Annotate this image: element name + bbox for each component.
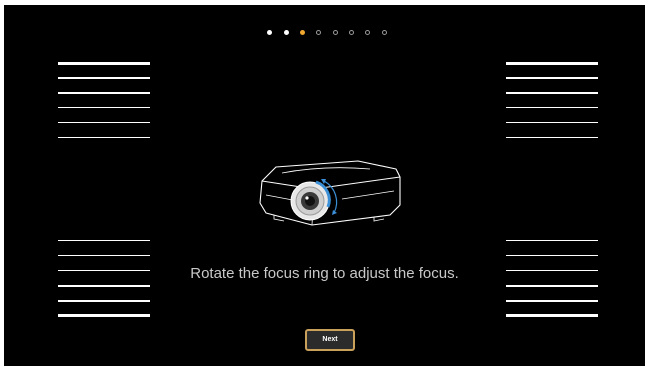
pattern-line (58, 285, 150, 287)
next-button[interactable]: Next (305, 329, 355, 351)
pattern-line (506, 107, 598, 108)
focus-pattern-top-right (506, 60, 598, 140)
pattern-line (506, 285, 598, 287)
pattern-line (506, 137, 598, 138)
pattern-line (506, 270, 598, 271)
pattern-line (58, 122, 150, 123)
pattern-line (506, 77, 598, 79)
step-dot (267, 30, 272, 35)
step-dot (316, 30, 321, 35)
pattern-line (58, 77, 150, 79)
pattern-line (506, 300, 598, 302)
pattern-line (58, 300, 150, 302)
step-dot (382, 30, 387, 35)
focus-adjust-screen: Rotate the focus ring to adjust the focu… (4, 5, 645, 366)
pattern-line (58, 107, 150, 108)
pattern-line (58, 314, 150, 317)
step-dot (333, 30, 338, 35)
focus-pattern-bottom-left (58, 238, 150, 318)
pattern-line (58, 240, 150, 241)
pattern-line (506, 240, 598, 241)
pattern-line (506, 122, 598, 123)
pattern-line (58, 137, 150, 138)
pattern-line (58, 270, 150, 271)
pattern-line (58, 92, 150, 94)
step-dot (365, 30, 370, 35)
pattern-line (58, 255, 150, 256)
instruction-text: Rotate the focus ring to adjust the focu… (190, 265, 459, 282)
pattern-line (506, 62, 598, 65)
focus-pattern-bottom-right (506, 238, 598, 318)
step-dot (300, 30, 305, 35)
step-dot (349, 30, 354, 35)
pattern-line (58, 62, 150, 65)
step-progress-indicator (4, 30, 645, 38)
pattern-line (506, 92, 598, 94)
projector-focus-ring-icon (254, 155, 404, 235)
pattern-line (506, 255, 598, 256)
step-dot (284, 30, 289, 35)
pattern-line (506, 314, 598, 317)
focus-pattern-top-left (58, 60, 150, 140)
